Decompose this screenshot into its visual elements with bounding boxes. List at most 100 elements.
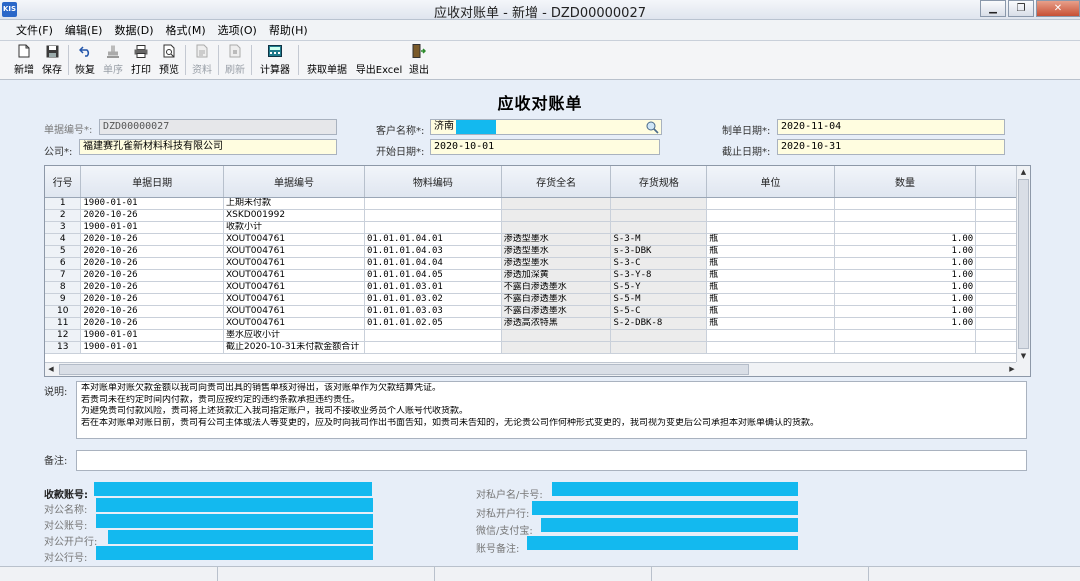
cell-doc-no[interactable]: XOUT004761 bbox=[223, 269, 365, 282]
cell-quantity[interactable]: 1.00 bbox=[834, 233, 977, 246]
cell-quantity[interactable]: 1.00 bbox=[834, 317, 977, 330]
table-row[interactable]: 2 2020-10-26 XSKD001992 bbox=[45, 209, 1030, 222]
menu-help[interactable]: 帮助(H) bbox=[269, 22, 308, 38]
cell-doc-date[interactable]: 2020-10-26 bbox=[80, 209, 224, 222]
cell-doc-no[interactable]: 截止2020-10-31未付款金额合计 bbox=[223, 341, 365, 354]
cell-material-code[interactable] bbox=[364, 209, 502, 222]
cell-item-spec[interactable] bbox=[610, 197, 708, 210]
cell-item-name[interactable]: 渗透型墨水 bbox=[501, 257, 612, 270]
table-row[interactable]: 1 1900-01-01 上期未付款 bbox=[45, 197, 1030, 210]
cell-item-name[interactable]: 渗透型墨水 bbox=[501, 233, 612, 246]
cell-item-name[interactable]: 渗透型墨水 bbox=[501, 245, 612, 258]
save-button[interactable]: 保存 bbox=[38, 41, 66, 79]
cell-doc-no[interactable]: 上期未付款 bbox=[223, 197, 365, 210]
unit-order-button[interactable]: 单序 bbox=[99, 41, 127, 79]
cell-item-spec[interactable]: S-5-Y bbox=[610, 281, 708, 294]
cell-doc-date[interactable]: 2020-10-26 bbox=[80, 281, 224, 294]
cell-quantity[interactable] bbox=[834, 341, 977, 354]
refresh-button[interactable]: 刷新 bbox=[221, 41, 249, 79]
cell-doc-no[interactable]: XOUT004761 bbox=[223, 245, 365, 258]
cell-material-code[interactable]: 01.01.01.04.04 bbox=[364, 257, 502, 270]
cell-item-name[interactable] bbox=[501, 341, 612, 354]
cell-quantity[interactable]: 1.00 bbox=[834, 281, 977, 294]
scroll-up-icon[interactable]: ▲ bbox=[1017, 166, 1030, 178]
scroll-down-icon[interactable]: ▼ bbox=[1017, 350, 1030, 362]
cell-item-spec[interactable] bbox=[610, 221, 708, 234]
cell-doc-no[interactable]: XOUT004761 bbox=[223, 281, 365, 294]
cell-item-name[interactable] bbox=[501, 209, 612, 222]
table-row[interactable]: 6 2020-10-26 XOUT004761 01.01.01.04.04 渗透型墨水… bbox=[45, 257, 1030, 270]
grid-horizontal-scrollbar[interactable]: ◀ ▶ bbox=[45, 362, 1018, 376]
cell-item-spec[interactable]: S-3-C bbox=[610, 257, 708, 270]
grid-vertical-scrollbar[interactable]: ▲ ▼ bbox=[1016, 166, 1030, 362]
cell-item-name[interactable]: 渗透加深黄 bbox=[501, 269, 612, 282]
cell-doc-no[interactable]: 墨水应收小计 bbox=[223, 329, 365, 342]
cell-material-code[interactable] bbox=[364, 341, 502, 354]
cell-quantity[interactable]: 1.00 bbox=[834, 257, 977, 270]
cell-material-code[interactable] bbox=[364, 329, 502, 342]
cell-material-code[interactable]: 01.01.01.04.05 bbox=[364, 269, 502, 282]
cell-doc-date[interactable]: 1900-01-01 bbox=[80, 329, 224, 342]
cell-material-code[interactable]: 01.01.01.04.01 bbox=[364, 233, 502, 246]
cell-material-code[interactable]: 01.01.01.03.02 bbox=[364, 293, 502, 306]
cell-item-spec[interactable] bbox=[610, 209, 708, 222]
close-button[interactable]: ✕ bbox=[1036, 0, 1080, 17]
cell-doc-no[interactable]: XOUT004761 bbox=[223, 293, 365, 306]
cell-unit[interactable]: 瓶 bbox=[706, 233, 835, 246]
table-row[interactable]: 4 2020-10-26 XOUT004761 01.01.01.04.01 渗透型墨水… bbox=[45, 233, 1030, 246]
menu-data[interactable]: 数据(D) bbox=[114, 22, 153, 38]
statement-grid[interactable]: 行号 单据日期 单据编号 物料编码 存货全名 存货规格 单位 数量 1 1900-… bbox=[44, 165, 1031, 377]
cell-unit[interactable]: 瓶 bbox=[706, 293, 835, 306]
cell-material-code[interactable]: 01.01.01.02.05 bbox=[364, 317, 502, 330]
col-header-item-name[interactable]: 存货全名 bbox=[501, 166, 612, 198]
table-row[interactable]: 10 2020-10-26 XOUT004761 01.01.01.03.03 不露白渗… bbox=[45, 305, 1030, 318]
cell-unit[interactable]: 瓶 bbox=[706, 257, 835, 270]
cell-unit[interactable]: 瓶 bbox=[706, 281, 835, 294]
col-header-material-code[interactable]: 物料编码 bbox=[364, 166, 502, 198]
cell-unit[interactable]: 瓶 bbox=[706, 269, 835, 282]
cell-item-spec[interactable]: S-2-DBK-8 bbox=[610, 317, 708, 330]
cell-material-code[interactable]: 01.01.01.03.03 bbox=[364, 305, 502, 318]
cell-doc-date[interactable]: 1900-01-01 bbox=[80, 221, 224, 234]
cell-unit[interactable] bbox=[706, 209, 835, 222]
restore-data-button[interactable]: 恢复 bbox=[71, 41, 99, 79]
col-header-unit[interactable]: 单位 bbox=[706, 166, 835, 198]
table-row[interactable]: 7 2020-10-26 XOUT004761 01.01.01.04.05 渗透加深黄… bbox=[45, 269, 1030, 282]
search-magnifier-icon[interactable] bbox=[645, 120, 659, 134]
cell-item-spec[interactable]: S-5-C bbox=[610, 305, 708, 318]
menu-options[interactable]: 选项(O) bbox=[218, 22, 257, 38]
cell-material-code[interactable]: 01.01.01.03.01 bbox=[364, 281, 502, 294]
company-field[interactable]: 福建赛孔雀新材料科技有限公司 bbox=[79, 139, 337, 155]
cell-doc-no[interactable]: 收款小计 bbox=[223, 221, 365, 234]
preview-button[interactable]: 预览 bbox=[155, 41, 183, 79]
cell-item-name[interactable] bbox=[501, 197, 612, 210]
cell-quantity[interactable]: 1.00 bbox=[834, 245, 977, 258]
cell-item-spec[interactable] bbox=[610, 341, 708, 354]
cell-doc-date[interactable]: 2020-10-26 bbox=[80, 257, 224, 270]
cell-doc-date[interactable]: 2020-10-26 bbox=[80, 245, 224, 258]
scroll-left-icon[interactable]: ◀ bbox=[45, 363, 57, 376]
cell-quantity[interactable] bbox=[834, 197, 977, 210]
calculator-button[interactable]: 计算器 bbox=[254, 41, 296, 79]
cell-unit[interactable] bbox=[706, 221, 835, 234]
cell-unit[interactable] bbox=[706, 197, 835, 210]
start-date-field[interactable]: 2020-10-01 bbox=[430, 139, 660, 155]
cell-unit[interactable] bbox=[706, 341, 835, 354]
minimize-button[interactable]: ▁ bbox=[980, 0, 1006, 17]
cell-item-name[interactable] bbox=[501, 221, 612, 234]
table-row[interactable]: 11 2020-10-26 XOUT004761 01.01.01.02.05 渗透高浓… bbox=[45, 317, 1030, 330]
cell-doc-no[interactable]: XOUT004761 bbox=[223, 317, 365, 330]
cell-doc-date[interactable]: 2020-10-26 bbox=[80, 269, 224, 282]
cell-item-spec[interactable]: S-3-M bbox=[610, 233, 708, 246]
menu-file[interactable]: 文件(F) bbox=[16, 22, 53, 38]
export-excel-button[interactable]: 导出Excel bbox=[353, 41, 405, 79]
cell-doc-date[interactable]: 1900-01-01 bbox=[80, 197, 224, 210]
cell-quantity[interactable] bbox=[834, 221, 977, 234]
cell-item-name[interactable]: 不露白渗透墨水 bbox=[501, 305, 612, 318]
col-header-doc-no[interactable]: 单据编号 bbox=[223, 166, 365, 198]
new-button[interactable]: 新增 bbox=[10, 41, 38, 79]
cell-material-code[interactable]: 01.01.01.04.03 bbox=[364, 245, 502, 258]
cell-doc-date[interactable]: 2020-10-26 bbox=[80, 317, 224, 330]
exit-button[interactable]: 退出 bbox=[405, 41, 433, 79]
data-button[interactable]: 资料 bbox=[188, 41, 216, 79]
